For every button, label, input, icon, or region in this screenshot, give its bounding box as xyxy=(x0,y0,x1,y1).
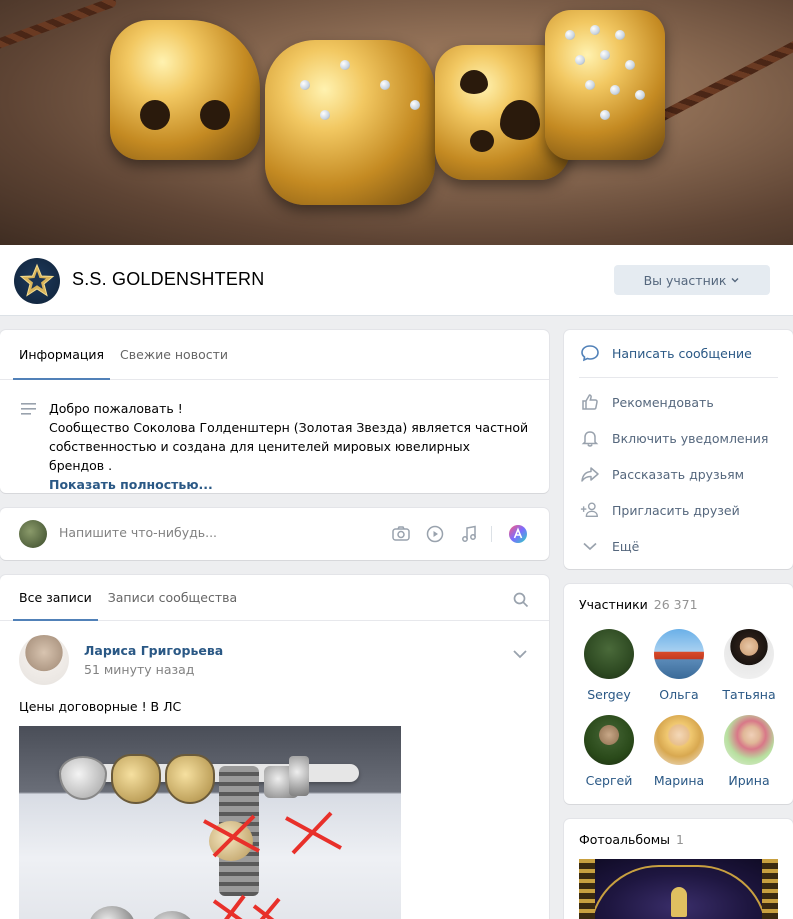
member-avatar xyxy=(584,629,634,679)
wall-card: Все записи Записи сообщества xyxy=(0,575,549,919)
search-icon[interactable] xyxy=(513,592,529,608)
member-status-label: Вы участник xyxy=(643,272,727,288)
cover-image xyxy=(0,0,793,245)
info-greeting: Добро пожаловать ! xyxy=(49,401,183,416)
members-header[interactable]: Участники 26 371 xyxy=(579,597,698,612)
albums-title: Фотоальбомы xyxy=(579,832,671,847)
info-tabs: Информация Свежие новости xyxy=(0,330,549,380)
tab-information[interactable]: Информация xyxy=(13,330,111,380)
member-item[interactable]: Sergey xyxy=(574,629,644,702)
post-author-avatar[interactable] xyxy=(19,635,69,685)
member-item[interactable]: Сергей xyxy=(574,715,644,788)
star-logo-icon xyxy=(19,263,55,297)
chevron-down-icon xyxy=(583,542,597,551)
member-avatar xyxy=(654,715,704,765)
share-icon xyxy=(581,467,599,482)
write-message-button[interactable]: Написать сообщение xyxy=(580,343,752,363)
composer-avatar xyxy=(19,520,47,548)
member-item[interactable]: Татьяна xyxy=(714,629,784,702)
post-menu-chevron-icon[interactable] xyxy=(512,648,528,660)
message-icon xyxy=(581,345,599,362)
member-name: Марина xyxy=(653,773,705,788)
member-status-button[interactable]: Вы участник xyxy=(614,265,770,295)
member-item[interactable]: Ольга xyxy=(644,629,714,702)
member-name: Ирина xyxy=(728,773,770,788)
member-name: Ольга xyxy=(659,687,699,702)
member-avatar xyxy=(724,629,774,679)
members-count: 26 371 xyxy=(653,597,698,612)
share-label: Рассказать друзьям xyxy=(612,466,745,482)
tab-community-posts[interactable]: Записи сообщества xyxy=(102,575,243,620)
write-message-label: Написать сообщение xyxy=(612,345,752,361)
post-text: Цены договорные ! В ЛС xyxy=(19,699,182,714)
invite-friends-label: Пригласить друзей xyxy=(612,502,740,518)
group-avatar[interactable] xyxy=(14,258,60,304)
chevron-down-icon xyxy=(731,278,739,283)
camera-icon[interactable] xyxy=(391,524,411,544)
bell-icon xyxy=(581,431,599,447)
wall-tabs: Все записи Записи сообщества xyxy=(0,575,549,621)
composer-divider xyxy=(491,526,492,542)
member-avatar xyxy=(654,629,704,679)
albums-header[interactable]: Фотоальбомы 1 xyxy=(579,832,684,847)
albums-count: 1 xyxy=(676,832,684,847)
tab-all-posts[interactable]: Все записи xyxy=(13,575,98,621)
composer-input[interactable]: Напишите что-нибудь... xyxy=(59,525,217,540)
member-item[interactable]: Ирина xyxy=(714,715,784,788)
members-title: Участники xyxy=(579,597,648,612)
albums-card: Фотоальбомы 1 xyxy=(564,819,793,919)
recommend-button[interactable]: Рекомендовать xyxy=(580,392,714,412)
show-more-link[interactable]: Показать полностью... xyxy=(49,475,529,494)
more-actions-label: Ещё xyxy=(612,538,640,554)
post-author-name[interactable]: Лариса Григорьева xyxy=(84,643,223,658)
member-avatar xyxy=(584,715,634,765)
post-photo[interactable] xyxy=(19,726,401,919)
video-icon[interactable] xyxy=(425,524,445,544)
tab-fresh-news[interactable]: Свежие новости xyxy=(114,330,234,379)
info-description: Добро пожаловать ! Сообщество Соколова Г… xyxy=(49,399,529,494)
thumbs-up-icon xyxy=(582,394,598,410)
info-lines-icon xyxy=(21,403,36,415)
more-actions-button[interactable]: Ещё xyxy=(580,536,639,556)
red-cross-mark xyxy=(285,811,342,855)
red-cross-mark xyxy=(203,814,260,858)
album-cover[interactable] xyxy=(579,859,778,919)
member-item[interactable]: Марина xyxy=(644,715,714,788)
actions-card xyxy=(564,330,793,569)
share-button[interactable]: Рассказать друзьям xyxy=(580,464,744,484)
info-card: Информация Свежие новости Добро пожалова… xyxy=(0,330,549,493)
add-user-icon xyxy=(580,502,598,518)
post-composer: Напишите что-нибудь... xyxy=(0,508,549,560)
prisma-filter-icon[interactable] xyxy=(508,524,528,544)
music-icon[interactable] xyxy=(459,524,479,544)
red-cross-mark xyxy=(212,894,281,919)
member-name: Sergey xyxy=(587,687,631,702)
recommend-label: Рекомендовать xyxy=(612,394,714,410)
member-name: Татьяна xyxy=(722,687,776,702)
enable-notifications-button[interactable]: Включить уведомления xyxy=(580,428,768,448)
post-timestamp[interactable]: 51 минуту назад xyxy=(84,662,194,677)
enable-notifications-label: Включить уведомления xyxy=(612,430,769,446)
invite-friends-button[interactable]: Пригласить друзей xyxy=(580,500,740,520)
member-avatar xyxy=(724,715,774,765)
group-name: S.S. GOLDENSHTERN xyxy=(72,269,265,289)
member-name: Сергей xyxy=(585,773,633,788)
info-text: Сообщество Соколова Голденштерн (Золотая… xyxy=(49,420,529,473)
actions-divider xyxy=(579,377,778,378)
